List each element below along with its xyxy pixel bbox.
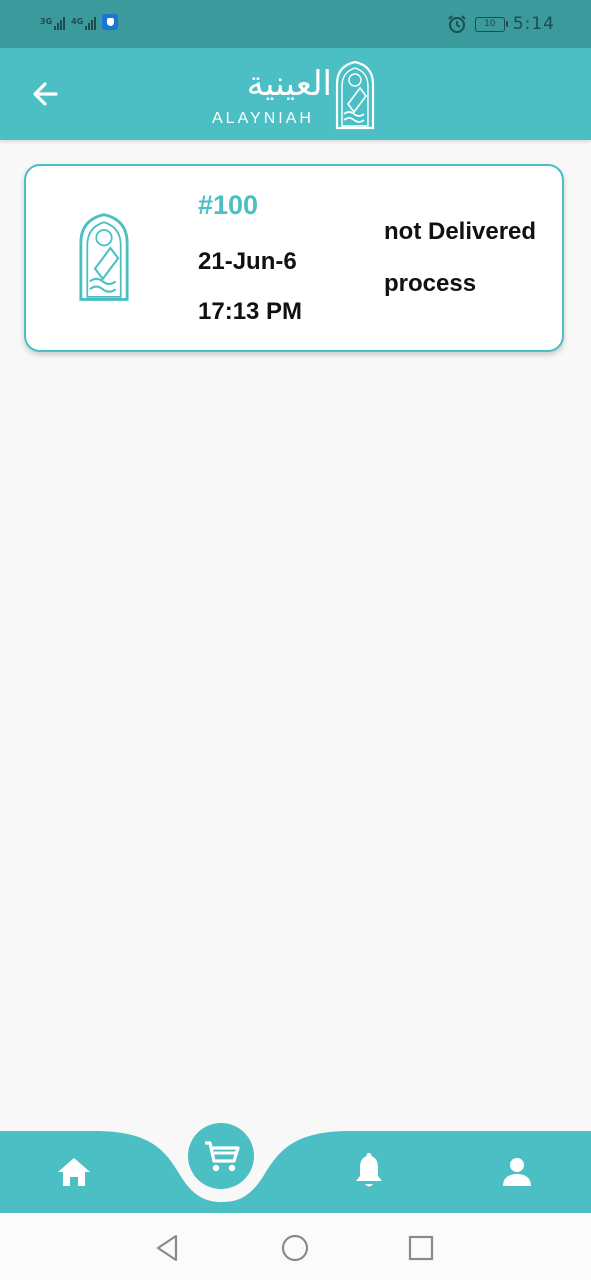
triangle-back-icon (156, 1234, 178, 1262)
battery-icon: 10 (474, 16, 508, 32)
logo-arabic-text: العينية (246, 64, 332, 104)
person-icon (503, 1158, 531, 1186)
status-right: 10 5:14 (447, 14, 555, 34)
alarm-icon (448, 15, 466, 33)
battery-level: 10 (484, 19, 496, 29)
circle-home-icon (281, 1234, 309, 1262)
order-time: 17:13 PM (198, 298, 303, 325)
signal-4g-icon: 4G (71, 17, 97, 30)
nav-home[interactable] (54, 1154, 94, 1190)
cart-icon (188, 1123, 254, 1189)
home-icon (58, 1158, 90, 1186)
order-delivery-status: not Delivered (384, 218, 537, 245)
order-process-state: process (384, 270, 477, 297)
system-recents-button[interactable] (406, 1233, 436, 1267)
square-recents-icon (408, 1235, 434, 1261)
network-type-label: 4G (71, 17, 84, 26)
status-bar: 3G 4G 10 5:14 (0, 0, 591, 48)
bell-icon (356, 1153, 382, 1187)
security-shield-icon (102, 14, 119, 30)
nav-profile[interactable] (500, 1155, 534, 1189)
system-navigation-bar (0, 1213, 591, 1280)
logo-emblem-icon (335, 60, 375, 130)
back-button[interactable] (26, 74, 66, 114)
system-home-button[interactable] (280, 1233, 310, 1267)
app-header: العينية ALAYNIAH (0, 48, 591, 140)
network-type-label: 3G (40, 17, 53, 26)
order-logo-icon (79, 213, 129, 301)
nav-cart[interactable] (188, 1123, 254, 1189)
order-number: #100 (198, 190, 259, 220)
arrow-left-icon (33, 82, 58, 106)
signal-3g-icon: 3G (40, 17, 66, 30)
system-back-button[interactable] (152, 1233, 182, 1267)
order-card[interactable]: #100 21-Jun-6 17:13 PM not Delivered pro… (24, 164, 564, 352)
status-time: 5:14 (512, 14, 555, 34)
status-left: 3G 4G (40, 14, 119, 30)
brand-logo: العينية ALAYNIAH (210, 60, 378, 132)
bottom-navigation (0, 1110, 591, 1213)
logo-latin-text: ALAYNIAH (212, 110, 314, 127)
order-date: 21-Jun-6 (198, 248, 297, 275)
nav-notifications[interactable] (352, 1152, 386, 1190)
